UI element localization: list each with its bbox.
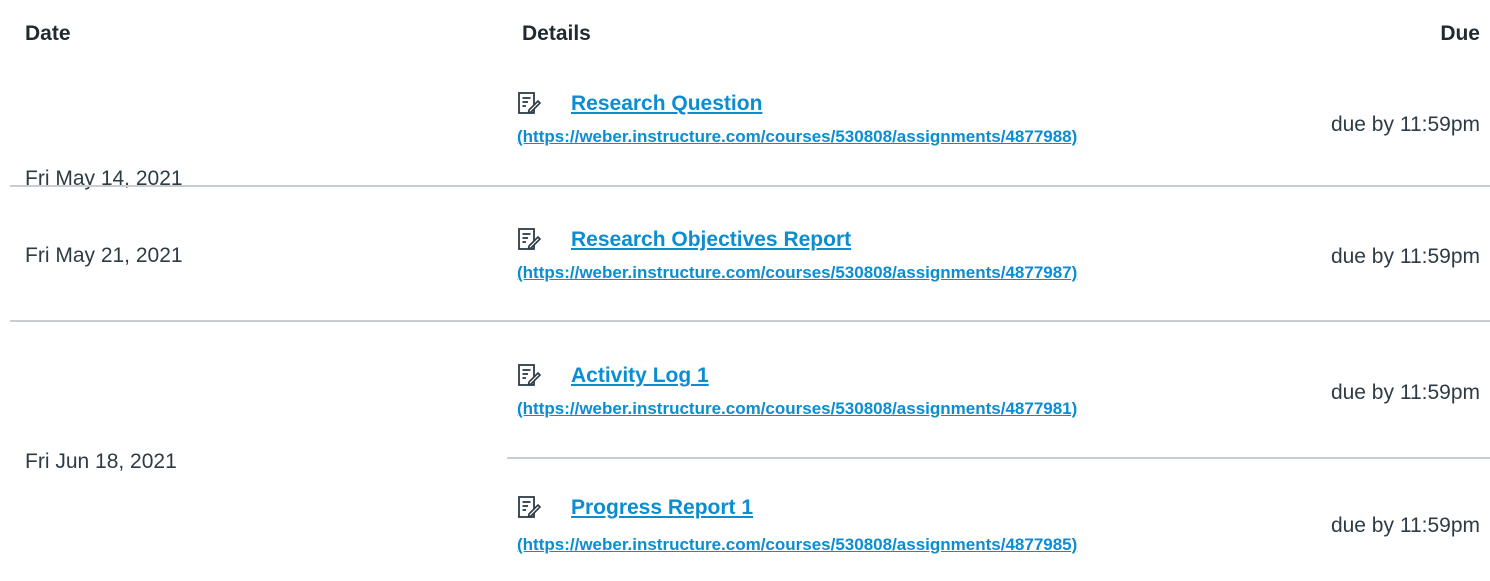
- assignment-link-activity-log-1[interactable]: Activity Log 1: [571, 364, 709, 388]
- column-header-due: Due: [1440, 22, 1480, 45]
- syllabus-table-header: Date Details Due: [0, 0, 1490, 62]
- assignment-link-research-objectives-report[interactable]: Research Objectives Report: [571, 228, 851, 252]
- row-divider: [10, 320, 1490, 322]
- assignment-icon: [518, 496, 541, 518]
- assignment-icon: [518, 364, 541, 386]
- assignment-icon: [518, 228, 541, 250]
- row-divider: [10, 185, 1490, 187]
- due-time: due by 11:59pm: [1330, 245, 1480, 268]
- due-time: due by 11:59pm: [1330, 113, 1480, 136]
- assignment-url[interactable]: (https://weber.instructure.com/courses/5…: [517, 399, 1077, 419]
- assignment-link-research-question[interactable]: Research Question: [571, 92, 762, 116]
- due-time: due by 11:59pm: [1330, 381, 1480, 404]
- due-time: due by 11:59pm: [1330, 514, 1480, 537]
- column-header-date: Date: [25, 22, 71, 45]
- row-date: Fri Jun 18, 2021: [25, 450, 177, 473]
- assignment-link-progress-report-1[interactable]: Progress Report 1: [571, 496, 753, 520]
- row-date: Fri May 14, 2021: [25, 167, 183, 190]
- assignment-url[interactable]: (https://weber.instructure.com/courses/5…: [517, 263, 1077, 283]
- assignment-url[interactable]: (https://weber.instructure.com/courses/5…: [517, 535, 1077, 555]
- row-date: Fri May 21, 2021: [25, 244, 183, 267]
- assignment-url[interactable]: (https://weber.instructure.com/courses/5…: [517, 127, 1077, 147]
- column-header-details: Details: [522, 22, 591, 45]
- item-divider: [507, 457, 1490, 459]
- assignment-icon: [518, 92, 541, 114]
